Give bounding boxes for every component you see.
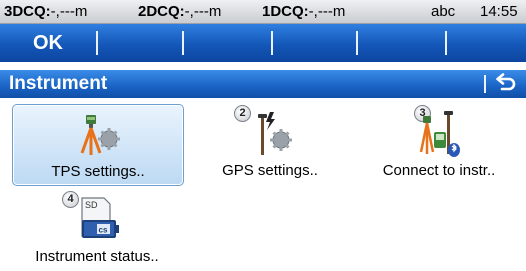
tile-label: TPS settings.. xyxy=(51,163,145,180)
return-arrow-icon[interactable] xyxy=(494,73,518,95)
tps-tripod-gear-icon xyxy=(80,115,120,155)
gps-pole-lightning-gear-icon xyxy=(258,112,292,155)
page-title: Instrument xyxy=(9,73,108,94)
clock: 14:55 xyxy=(480,3,518,20)
fn-key-4[interactable] xyxy=(271,24,356,62)
title-separator xyxy=(484,75,486,93)
tile-label: Instrument status.. xyxy=(35,248,159,265)
dcq1-readout: 1DCQ:-,---m xyxy=(262,3,346,20)
tile-gps-settings[interactable]: 2 GPS settings.. xyxy=(185,104,355,184)
function-key-bar: OK xyxy=(0,24,526,62)
dcq3-readout: 3DCQ:-,---m xyxy=(4,3,88,20)
svg-text:cs: cs xyxy=(99,226,108,235)
sd-card-cs-icon: SD cs xyxy=(81,197,119,238)
input-mode-indicator: abc xyxy=(431,3,456,20)
tile-instrument-status[interactable]: 4 SD cs Instrument status.. xyxy=(12,190,182,270)
tile-label: Connect to instr.. xyxy=(382,162,496,179)
fn-key-3[interactable] xyxy=(182,24,271,62)
ok-button[interactable]: OK xyxy=(0,24,96,62)
fn-key-5[interactable] xyxy=(356,24,445,62)
status-bar: 3DCQ:-,---m 2DCQ:-,---m 1DCQ:-,---m abc … xyxy=(0,0,526,24)
svg-text:SD: SD xyxy=(85,200,98,210)
tile-tps-settings[interactable]: TPS settings.. xyxy=(12,104,184,186)
fn-key-6[interactable] xyxy=(445,24,526,62)
title-bar: Instrument xyxy=(0,70,526,98)
fn-key-2[interactable] xyxy=(96,24,182,62)
instruments-bluetooth-icon xyxy=(419,111,460,157)
tile-connect-to-instr[interactable]: 3 Connect to instr.. xyxy=(354,104,524,184)
tile-label: GPS settings.. xyxy=(222,162,318,179)
dcq2-readout: 2DCQ:-,---m xyxy=(138,3,222,20)
